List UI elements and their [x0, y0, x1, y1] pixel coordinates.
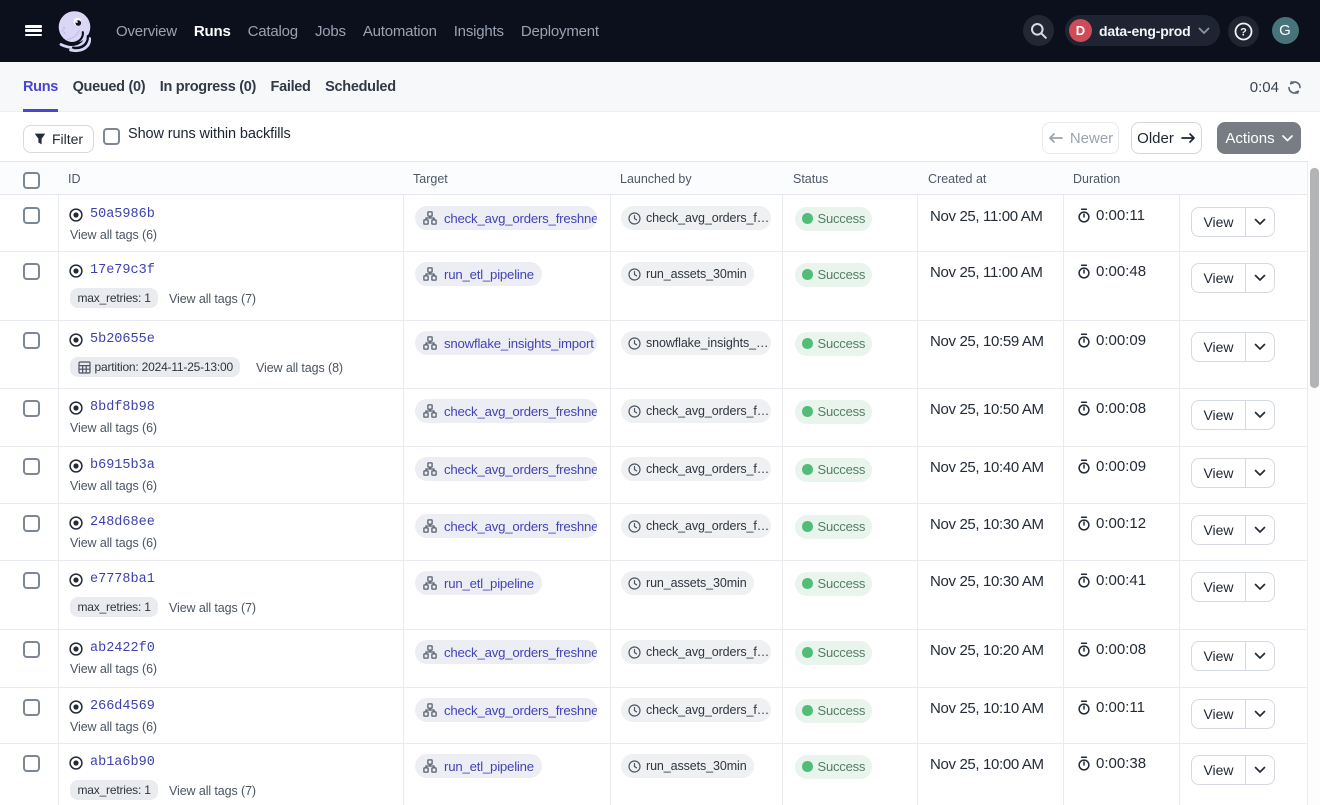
- svg-text:?: ?: [1240, 26, 1247, 38]
